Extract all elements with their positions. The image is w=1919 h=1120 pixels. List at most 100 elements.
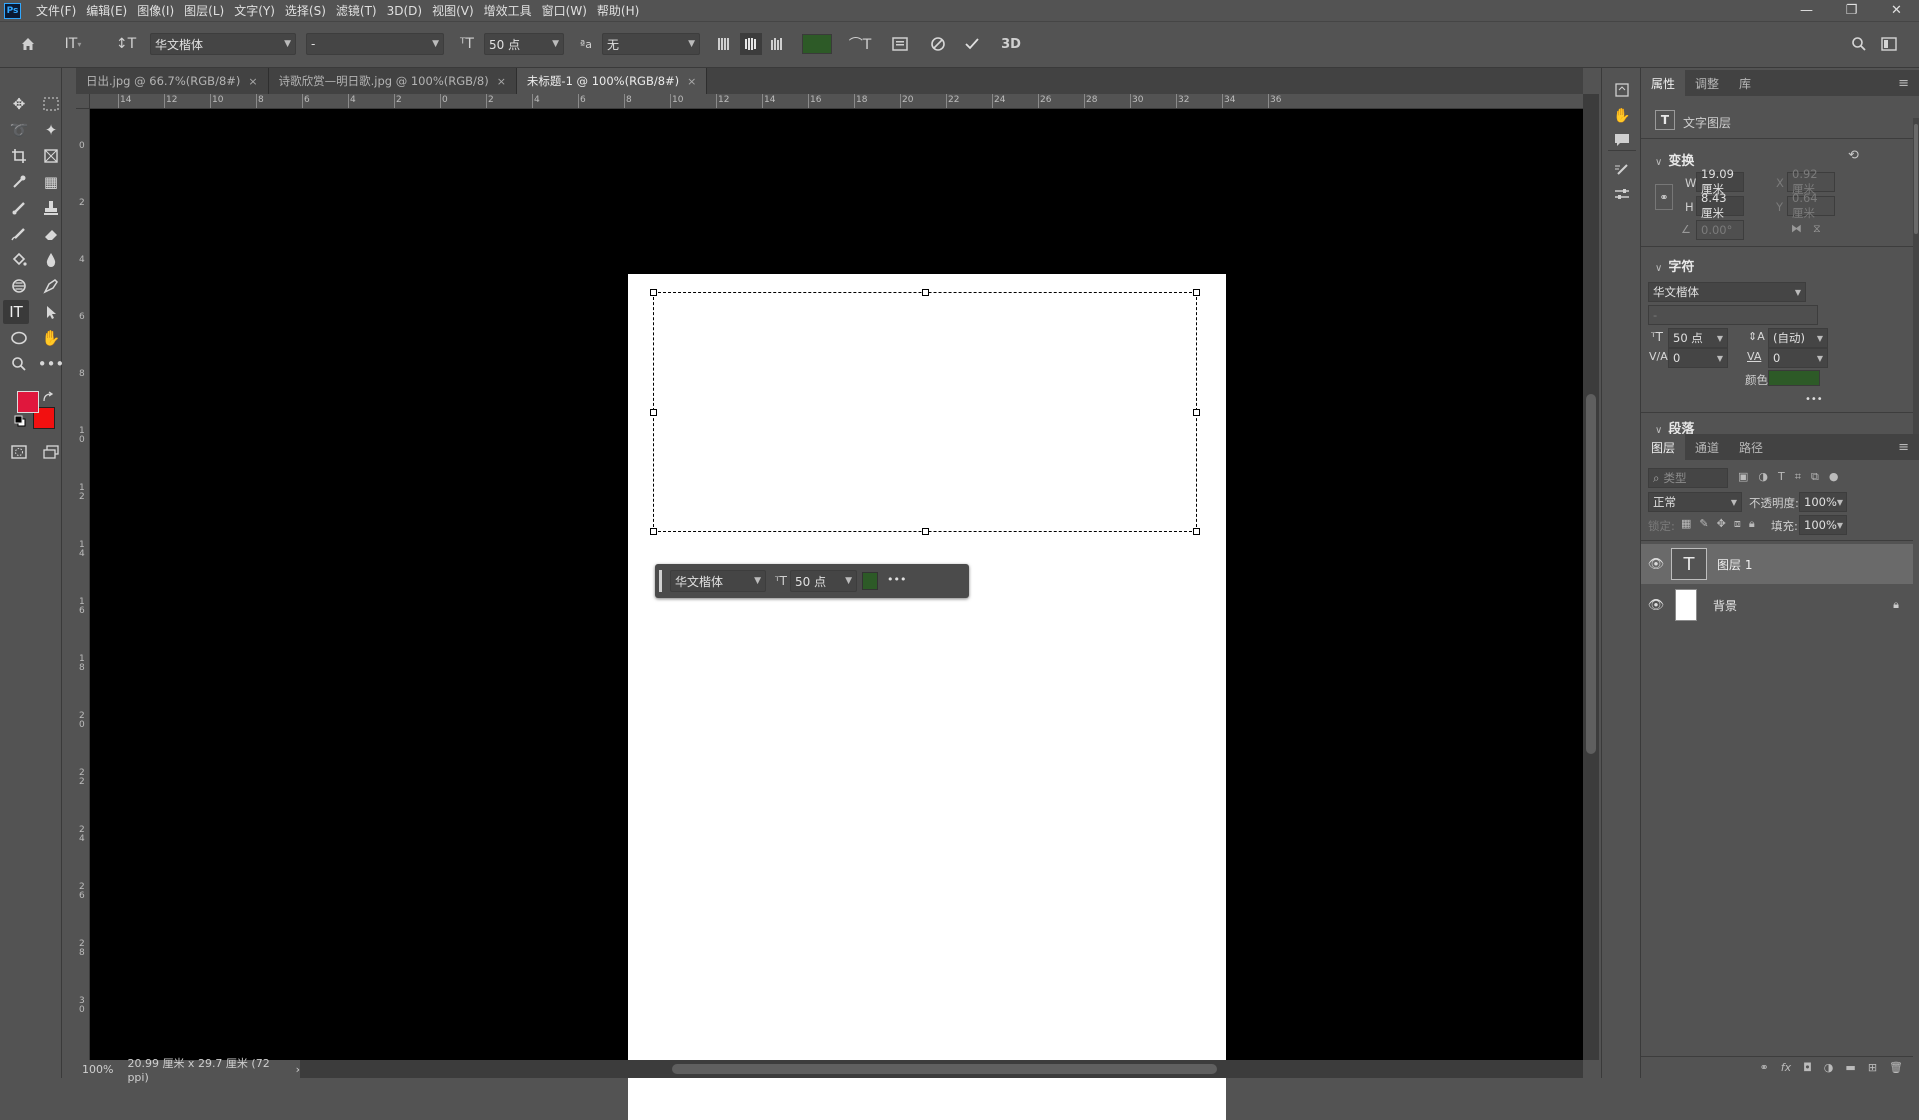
foreground-color-swatch[interactable]	[17, 391, 39, 413]
shape-filter-icon[interactable]: ⌗	[1795, 470, 1801, 484]
char-font-style-select[interactable]: -	[1648, 305, 1818, 325]
home-icon[interactable]	[16, 33, 40, 55]
menu-select[interactable]: 选择(S)	[280, 2, 331, 19]
font-family-select[interactable]: 华文楷体 ▼	[150, 33, 296, 55]
font-size-select[interactable]: 50 点 ▼	[484, 33, 564, 55]
tab-libraries[interactable]: 库	[1729, 70, 1761, 96]
layer-filter-search[interactable]: ⌕ 类型	[1648, 468, 1728, 488]
cancel-icon[interactable]	[926, 33, 950, 55]
adjustment-filter-icon[interactable]: ◑	[1758, 470, 1768, 484]
opacity-field[interactable]: 100% ▼	[1799, 492, 1847, 512]
character-panel-icon[interactable]	[888, 33, 912, 55]
close-tab-icon[interactable]: ×	[687, 75, 696, 88]
filter-toggle-icon[interactable]: ●	[1829, 470, 1839, 484]
hand-tool-icon[interactable]: ✋	[38, 326, 64, 350]
adjustments-sliders-icon[interactable]	[1612, 184, 1632, 204]
new-layer-icon[interactable]: ⊞	[1868, 1061, 1877, 1074]
tab-paths[interactable]: 路径	[1729, 434, 1773, 460]
menu-view[interactable]: 视图(V)	[427, 2, 479, 19]
minimize-button[interactable]: —	[1784, 0, 1829, 21]
link-proportions-icon[interactable]: ⚭	[1655, 184, 1673, 210]
y-field[interactable]: 0.64 厘米	[1787, 191, 1835, 220]
text-bounding-box[interactable]	[650, 289, 1200, 535]
lock-position-icon[interactable]: ✥	[1717, 517, 1726, 531]
fx-icon[interactable]: fx	[1781, 1061, 1791, 1074]
flip-horizontal-icon[interactable]: ⧓	[1791, 222, 1802, 235]
tab-layers[interactable]: 图层	[1641, 434, 1686, 460]
zoom-tool-icon[interactable]	[6, 352, 32, 376]
antialias-select[interactable]: 无 ▼	[602, 33, 700, 55]
resize-handle[interactable]	[650, 409, 657, 416]
width-field[interactable]: 19.09 厘米	[1696, 167, 1744, 196]
screen-mode-icon[interactable]	[38, 440, 64, 464]
more-tools-icon[interactable]: •••	[38, 352, 65, 376]
menu-file[interactable]: 文件(F)	[31, 2, 81, 19]
object-select-icon[interactable]: ▦	[38, 170, 64, 194]
menu-help[interactable]: 帮助(H)	[592, 2, 644, 19]
angle-field[interactable]: 0.00°	[1696, 220, 1744, 240]
scroll-thumb[interactable]	[1914, 124, 1918, 234]
lasso-tool-icon[interactable]: ➰	[6, 118, 32, 142]
scroll-thumb[interactable]	[672, 1064, 1217, 1074]
align-center-icon[interactable]	[740, 33, 762, 55]
char-kerning-select[interactable]: 0 ▼	[1668, 348, 1728, 368]
move-tool-icon[interactable]: ✥	[6, 92, 32, 116]
menu-type[interactable]: 文字(Y)	[229, 2, 280, 19]
horizontal-scrollbar[interactable]	[300, 1060, 1583, 1078]
resize-handle[interactable]	[1193, 409, 1200, 416]
menu-layer[interactable]: 图层(L)	[179, 2, 229, 19]
char-color-swatch[interactable]	[1768, 370, 1820, 386]
history-icon[interactable]	[1612, 80, 1632, 100]
3d-button[interactable]: 3D	[998, 33, 1024, 55]
flip-vertical-icon[interactable]: ⧖	[1813, 222, 1821, 236]
blend-mode-select[interactable]: 正常 ▼	[1648, 492, 1742, 512]
menu-3d[interactable]: 3D(D)	[382, 4, 427, 18]
default-colors-icon[interactable]	[14, 415, 26, 427]
commit-check-icon[interactable]	[960, 33, 984, 55]
fill-field[interactable]: 100% ▼	[1799, 515, 1847, 535]
path-selection-icon[interactable]	[38, 300, 64, 324]
warp-text-icon[interactable]: ⌒T	[848, 33, 872, 55]
brush-tool-icon[interactable]	[6, 196, 32, 220]
align-left-icon[interactable]	[714, 33, 736, 55]
tab-poem[interactable]: 诗歌欣赏—明日歌.jpg @ 100%(RGB/8) ×	[269, 68, 517, 94]
type-tool-icon[interactable]: IT	[3, 300, 29, 324]
add-mask-icon[interactable]: ◘	[1803, 1061, 1812, 1074]
zoom-level[interactable]: 100%	[82, 1063, 113, 1076]
reset-transform-icon[interactable]: ⟲	[1848, 148, 1859, 163]
layer-row[interactable]: 👁︎ T 图层 1	[1641, 544, 1913, 584]
marquee-tool-icon[interactable]	[38, 92, 64, 116]
x-field[interactable]: 0.92 厘米	[1787, 167, 1835, 196]
crop-tool-icon[interactable]	[6, 144, 32, 168]
menu-image[interactable]: 图像(I)	[132, 2, 179, 19]
image-filter-icon[interactable]: ▣	[1738, 470, 1748, 484]
resize-handle[interactable]	[1193, 528, 1200, 535]
paint-bucket-icon[interactable]	[6, 248, 32, 272]
more-options-icon[interactable]: •••	[887, 573, 906, 586]
comments-icon[interactable]	[1612, 130, 1632, 150]
tab-channels[interactable]: 通道	[1685, 434, 1729, 460]
type-filter-icon[interactable]: T	[1778, 470, 1785, 484]
tab-untitled[interactable]: 未标题-1 @ 100%(RGB/8#) ×	[516, 68, 708, 94]
transform-section-title[interactable]: ∨ 变换	[1655, 150, 1694, 169]
workspace-icon[interactable]	[1877, 33, 1901, 55]
panel-menu-icon[interactable]: ≡	[1888, 70, 1919, 96]
resize-handle[interactable]	[922, 289, 929, 296]
status-menu-arrow[interactable]: ›	[296, 1063, 300, 1076]
panel-menu-icon[interactable]: ≡	[1888, 434, 1919, 460]
lock-all-icon[interactable]: 🔒︎	[1749, 517, 1755, 531]
menu-plugins[interactable]: 增效工具	[479, 2, 537, 19]
tab-adjustments[interactable]: 调整	[1685, 70, 1729, 96]
lock-artboard-icon[interactable]: ⧈	[1734, 517, 1741, 531]
eyedropper-icon[interactable]	[6, 170, 32, 194]
restore-button[interactable]: ❐	[1829, 0, 1874, 21]
delete-layer-icon[interactable]: 🗑︎	[1889, 1061, 1903, 1074]
canvas-area[interactable]: 华文楷体 ▼ ᵀT 50 点 ▼ •••	[90, 109, 1583, 1120]
smart-object-filter-icon[interactable]: ⧉	[1811, 470, 1819, 484]
hand-panel-icon[interactable]: ✋	[1612, 106, 1632, 126]
menu-window[interactable]: 窗口(W)	[537, 2, 592, 19]
char-font-size-select[interactable]: 50 点 ▼	[1668, 328, 1728, 348]
font-style-select[interactable]: - ▼	[306, 33, 444, 55]
toggle-text-orientation-icon[interactable]: ↕T	[114, 33, 138, 55]
resize-handle[interactable]	[650, 289, 657, 296]
